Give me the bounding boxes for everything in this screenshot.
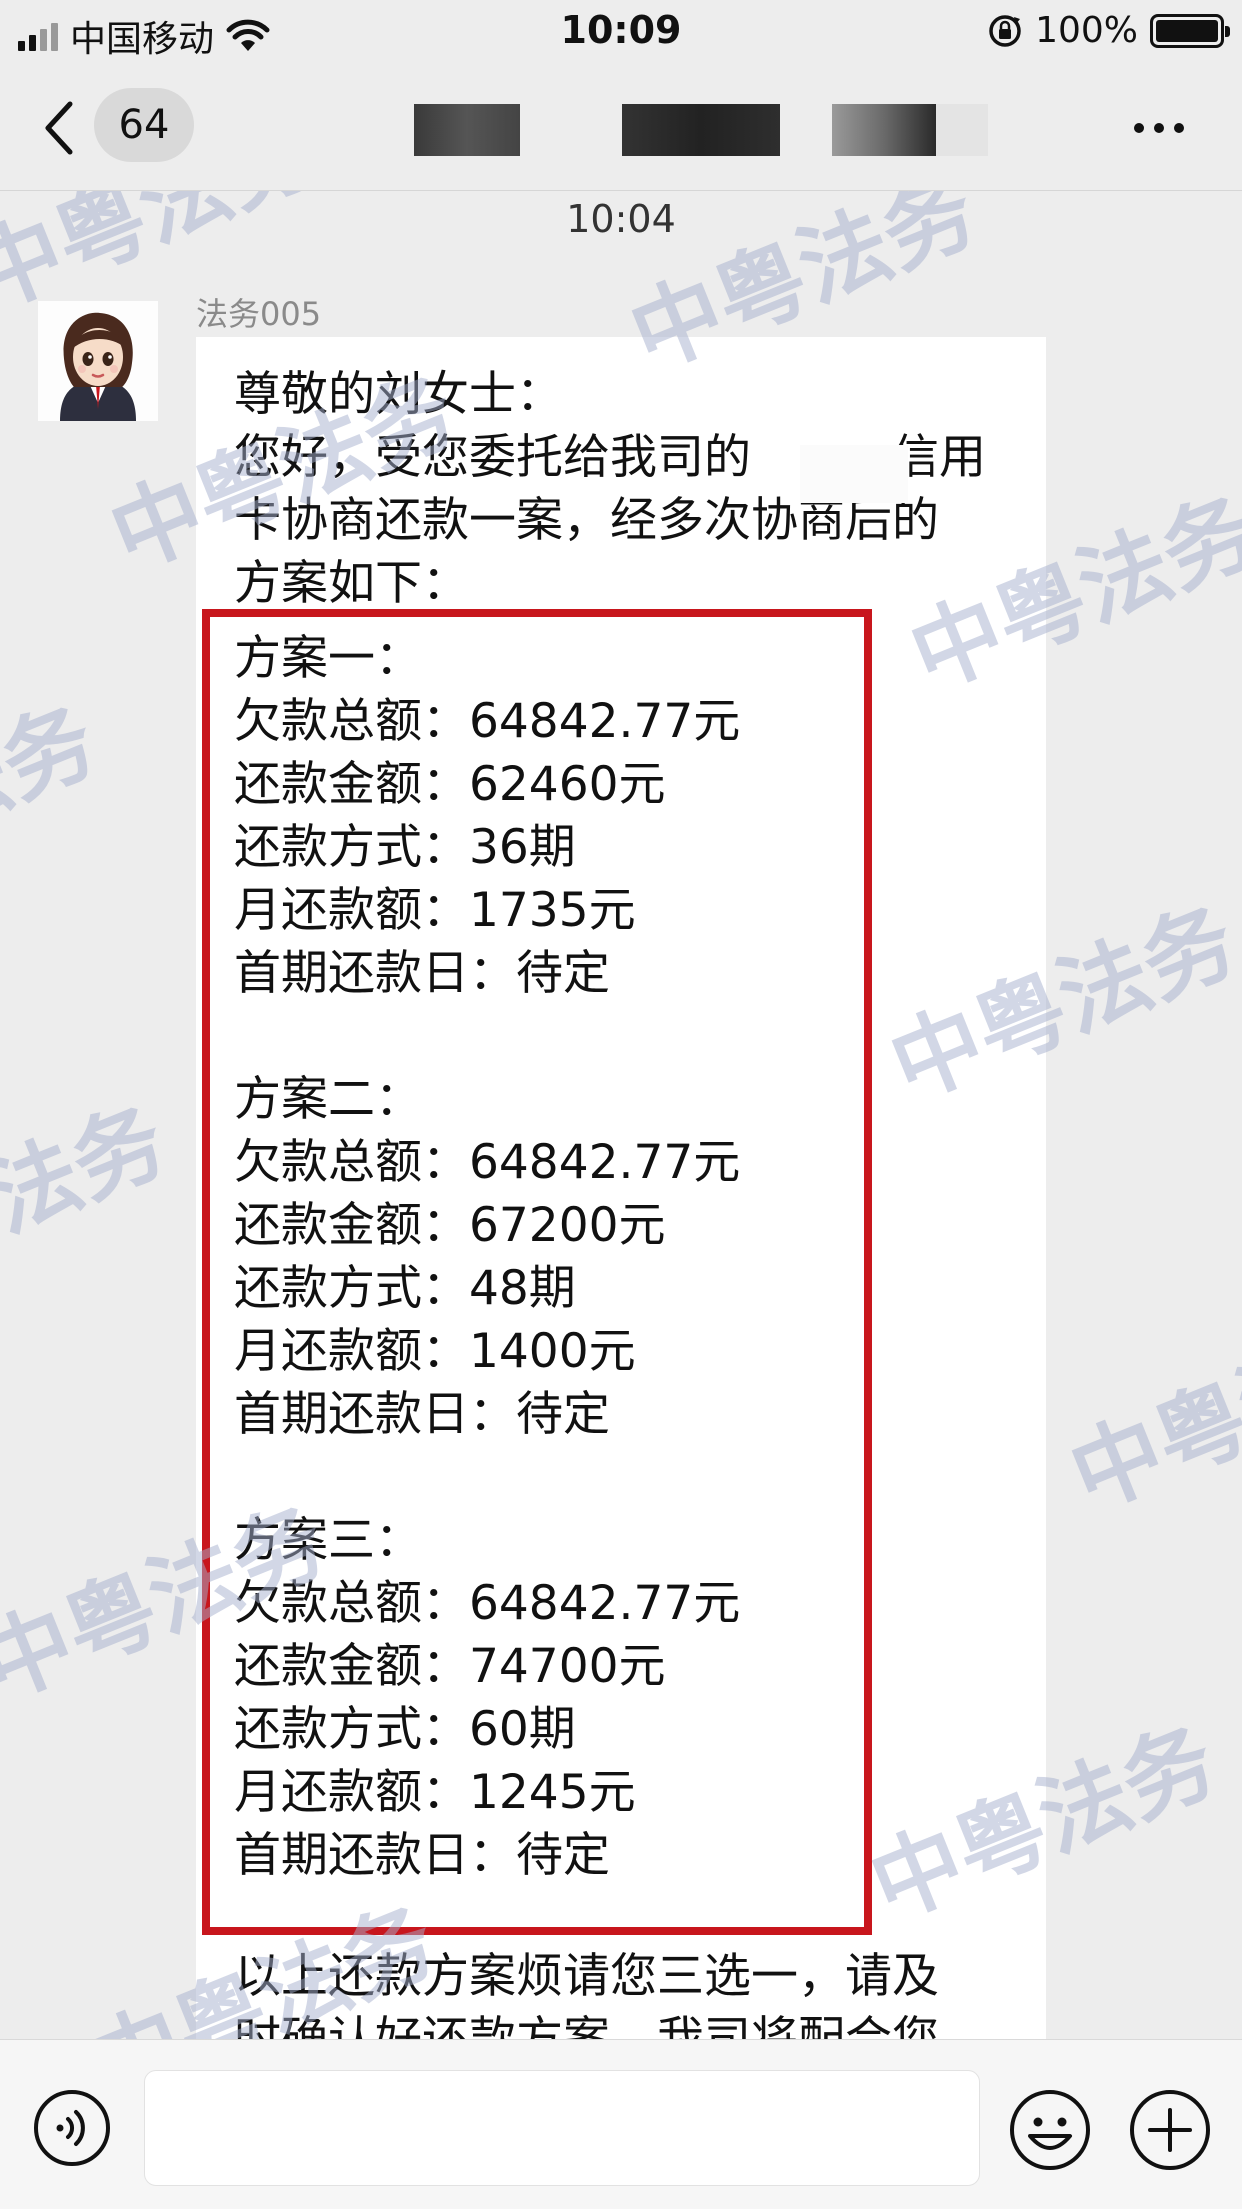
battery-percent: 100% <box>1035 10 1138 51</box>
status-left: 中国移动 <box>18 10 270 62</box>
status-right: 100% <box>987 10 1230 51</box>
nav-bar: 64 <box>0 62 1242 191</box>
message-footer-text: 以上还款方案烦请您三选一，请及 时确认好还款方案，我司将配合您 <box>234 1949 939 2039</box>
repayment-plans-text: 方案一： 欠款总额：64842.77元 还款金额：62460元 还款方式：36期… <box>234 631 741 1883</box>
message-input[interactable] <box>144 2070 980 2186</box>
chat-area[interactable]: 10:04 法务005 尊敬的刘女士： 您好，受您委托给我司的 信用 卡协商还款… <box>0 191 1242 2039</box>
input-bar <box>0 2039 1242 2209</box>
watermark: 中粤法务 <box>1056 1297 1242 1530</box>
emoji-icon[interactable] <box>1008 2088 1092 2172</box>
redacted-text-block <box>800 445 908 503</box>
carrier-label: 中国移动 <box>70 19 215 60</box>
redacted-title-block <box>622 104 780 156</box>
unread-count-badge[interactable]: 64 <box>94 88 194 162</box>
watermark: 中粤法务 <box>0 687 110 920</box>
redacted-title-block <box>936 104 988 156</box>
avatar-illustration <box>38 301 158 421</box>
watermark: 中粤法务 <box>0 1087 180 1320</box>
redacted-title-block <box>414 104 520 156</box>
signal-icon <box>18 21 58 51</box>
status-bar: 中国移动 10:09 100% <box>0 0 1242 62</box>
avatar[interactable] <box>38 301 158 421</box>
wifi-icon <box>226 19 270 51</box>
more-dots-icon[interactable] <box>1134 118 1194 138</box>
chevron-left-icon[interactable] <box>36 98 84 158</box>
message-timestamp: 10:04 <box>566 197 676 241</box>
redacted-title-block <box>832 104 936 156</box>
plus-icon[interactable] <box>1128 2088 1212 2172</box>
voice-icon[interactable] <box>32 2088 112 2168</box>
rotation-lock-icon <box>989 14 1021 47</box>
battery-icon <box>1150 13 1230 48</box>
sender-name: 法务005 <box>196 295 322 333</box>
